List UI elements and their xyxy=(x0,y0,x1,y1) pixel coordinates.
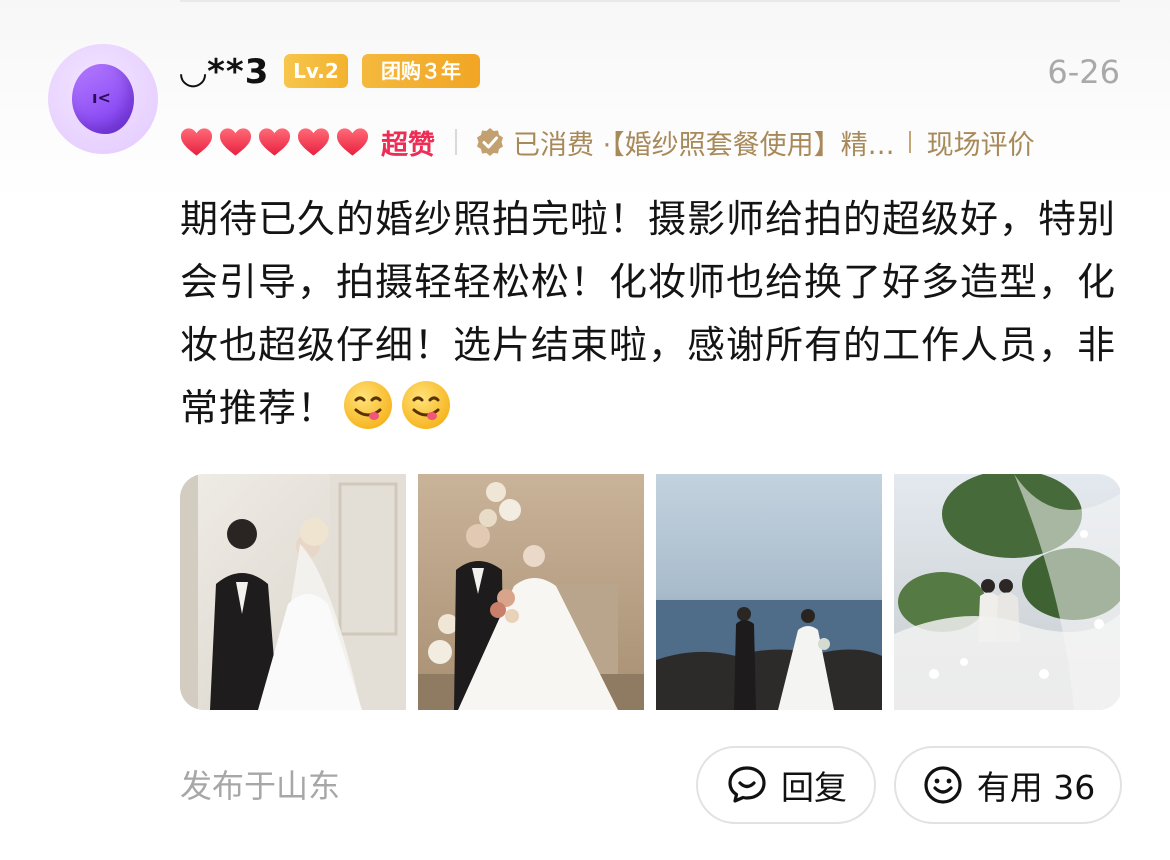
photo-thumbnail-4[interactable] xyxy=(894,474,1120,710)
rating-label: 超赞 xyxy=(381,129,435,161)
username[interactable]: ◡**3 xyxy=(180,52,269,92)
wedding-photo-floral-icon xyxy=(418,474,644,710)
photo-grid xyxy=(180,474,1122,710)
publish-location: 发布于山东 xyxy=(180,767,341,805)
header-background xyxy=(0,0,1170,200)
review-date: 6-26 xyxy=(1047,53,1120,91)
scene-review-tag: 现场评价 xyxy=(926,129,1035,161)
yum-emoji-icon xyxy=(344,381,393,429)
comment-bubble-icon xyxy=(728,766,766,803)
heart-icon xyxy=(219,128,252,156)
wedding-photo-veil-icon xyxy=(894,474,1120,710)
photo-thumbnail-3[interactable] xyxy=(656,474,882,710)
yum-emoji-icon xyxy=(402,381,451,429)
heart-icon xyxy=(180,128,213,156)
heart-icon xyxy=(258,128,291,156)
avatar[interactable]: ı< xyxy=(48,44,158,154)
divider xyxy=(908,131,911,153)
review-body: 期待已久的婚纱照拍完啦！摄影师给拍的超级好，特别会引导，拍摄轻轻松松！化妆师也给… xyxy=(180,188,1120,440)
heart-icon xyxy=(336,128,369,156)
heart-icon xyxy=(297,128,330,156)
wedding-photo-seaside-icon xyxy=(656,474,882,710)
reply-button[interactable]: 回复 xyxy=(696,746,876,824)
useful-button[interactable]: 有用 36 xyxy=(894,746,1122,824)
smile-icon xyxy=(924,766,962,804)
rating-hearts xyxy=(180,127,369,157)
review-text: 期待已久的婚纱照拍完啦！摄影师给拍的超级好，特别会引导，拍摄轻轻松松！化妆师也给… xyxy=(180,197,1117,430)
level-badge: Lv.2 xyxy=(284,54,348,88)
photo-thumbnail-1[interactable] xyxy=(180,474,406,710)
reply-label: 回复 xyxy=(781,768,847,807)
photo-thumbnail-2[interactable] xyxy=(418,474,644,710)
purchase-info[interactable]: 已消费 ·【婚纱照套餐使用】精… xyxy=(513,123,895,162)
avatar-face-icon: ı< xyxy=(92,88,111,107)
verified-check-icon xyxy=(477,128,503,156)
useful-label: 有用 36 xyxy=(976,768,1096,807)
wedding-photo-studio-icon xyxy=(180,474,406,710)
rating-row: 超赞 已消费 ·【婚纱照套餐使用】精… 现场评价 xyxy=(180,120,1035,164)
top-divider xyxy=(180,0,1120,2)
group-buy-badge: 团购３年 xyxy=(362,54,480,88)
divider xyxy=(455,129,457,155)
